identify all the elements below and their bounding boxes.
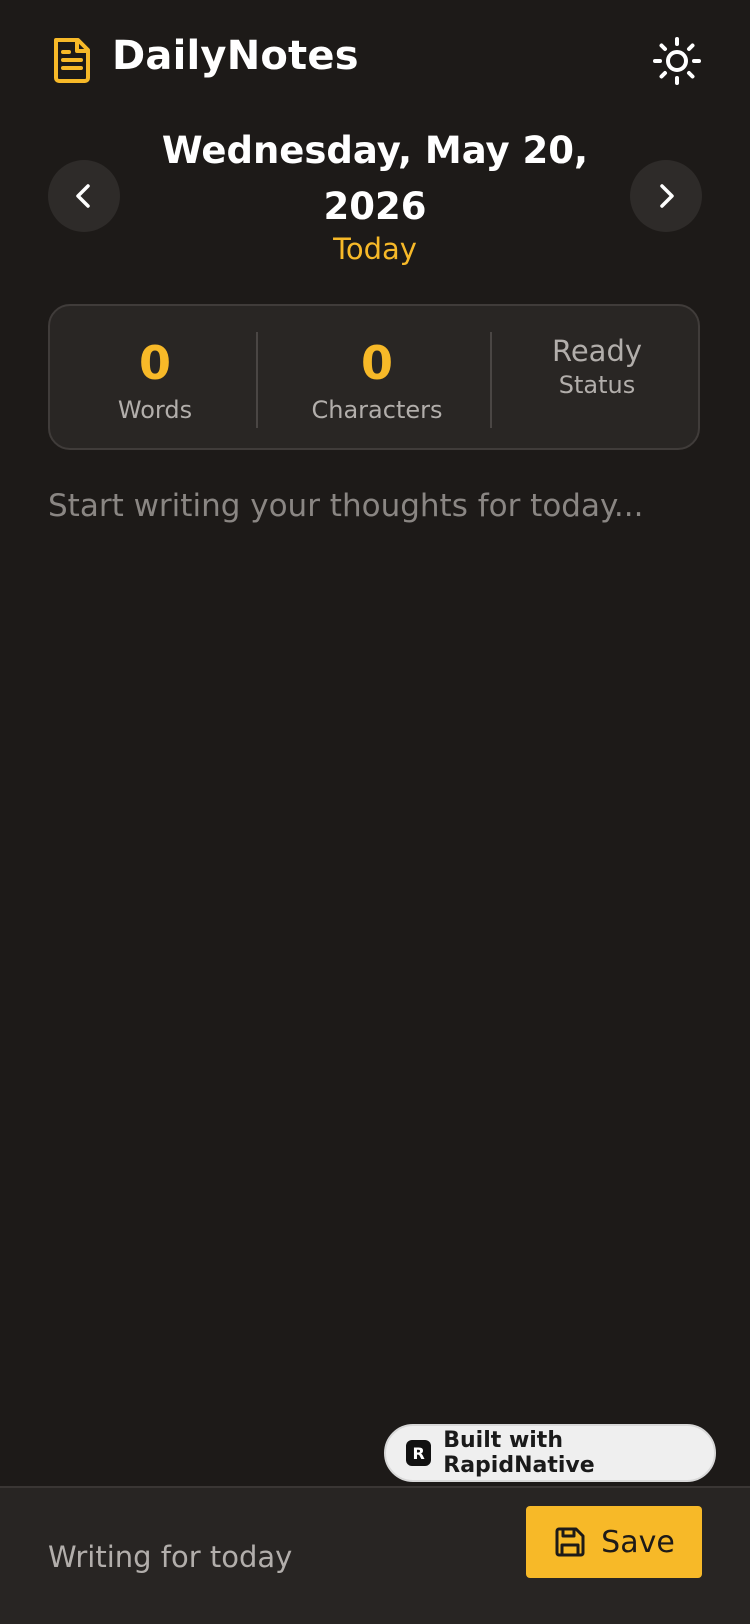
character-count-stat: 0 Characters: [260, 306, 494, 452]
chevron-left-icon: [76, 184, 90, 208]
stats-card: 0 Words 0 Characters Ready Status: [48, 304, 700, 450]
chevron-right-icon: [660, 184, 674, 208]
stats-divider: [490, 332, 492, 428]
word-count-stat: 0 Words: [50, 306, 260, 452]
character-count-label: Characters: [311, 396, 443, 424]
save-label: Save: [601, 1524, 675, 1560]
word-count-label: Words: [117, 396, 193, 424]
previous-day-button[interactable]: [48, 160, 120, 232]
next-day-button[interactable]: [630, 160, 702, 232]
file-text-icon: [54, 38, 90, 83]
app-header: DailyNotes: [0, 0, 750, 120]
app-title: DailyNotes: [112, 33, 359, 79]
stats-divider: [256, 332, 258, 428]
word-count-value: 0: [138, 336, 171, 390]
character-count-value: 0: [360, 336, 393, 390]
badge-text: Built with RapidNative: [443, 1428, 595, 1478]
built-with-badge[interactable]: R Built with RapidNative: [384, 1424, 716, 1482]
footer-bar: Writing for today Save: [0, 1486, 750, 1624]
status-stat: Ready Status: [494, 306, 700, 452]
footer-status-text: Writing for today: [48, 1540, 293, 1574]
date-title: Wednesday, May 20, 2026: [161, 129, 589, 228]
sun-icon[interactable]: [652, 36, 702, 86]
save-icon: [555, 1527, 585, 1557]
rapidnative-logo-icon: R: [406, 1440, 432, 1466]
status-value: Ready: [551, 334, 643, 368]
note-editor[interactable]: [48, 488, 702, 1388]
status-label: Status: [558, 371, 636, 399]
today-label: Today: [333, 232, 417, 266]
save-button[interactable]: Save: [526, 1506, 702, 1578]
